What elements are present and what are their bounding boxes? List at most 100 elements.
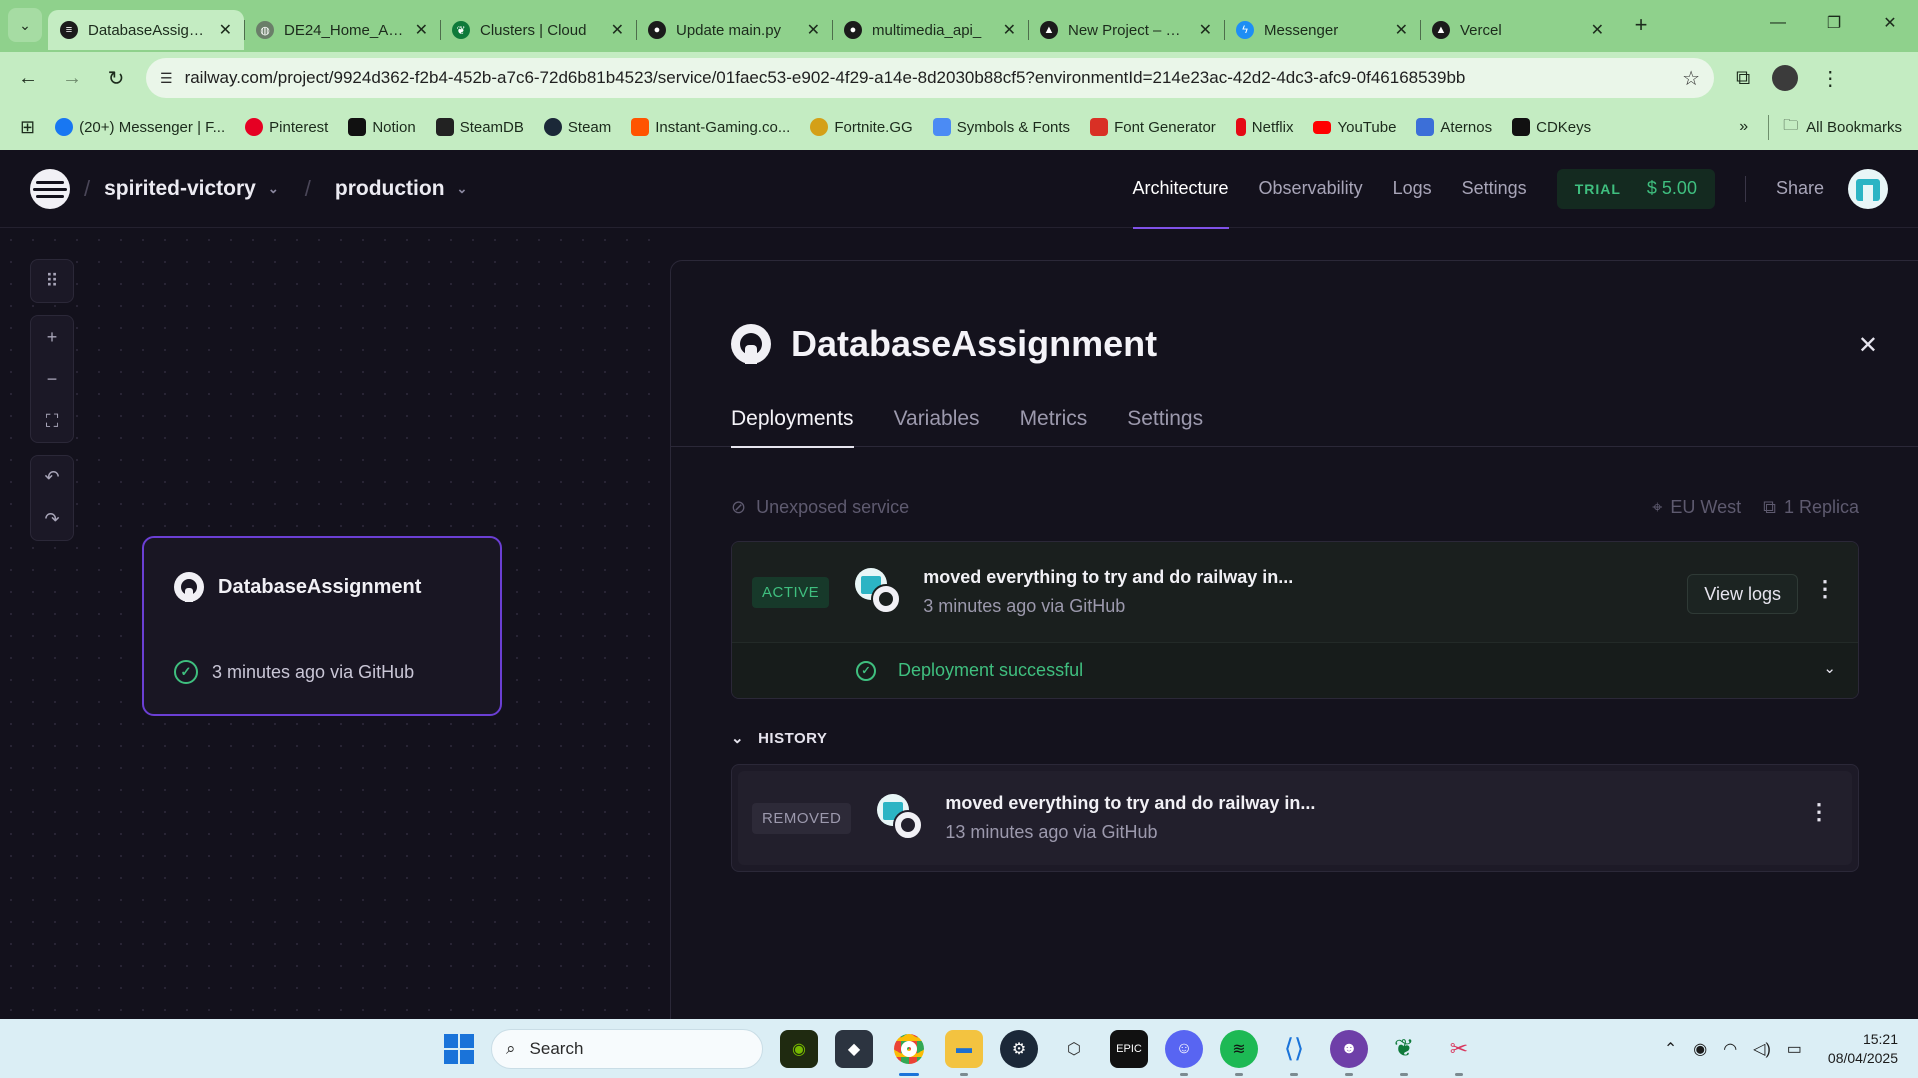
all-bookmarks-folder[interactable]: 🗀 All Bookmarks <box>1768 114 1902 140</box>
chrome-icon[interactable] <box>890 1030 928 1076</box>
bookmark-steamdb[interactable]: SteamDB <box>435 118 524 136</box>
bookmark-symbols-fonts[interactable]: Symbols & Fonts <box>932 118 1070 136</box>
bookmark-fortnite-gg[interactable]: Fortnite.GG <box>810 118 913 136</box>
fit-view-icon[interactable]: ⛶ <box>30 400 74 442</box>
environment-selector[interactable]: production ⌄ <box>335 177 468 201</box>
project-selector[interactable]: spirited-victory ⌄ <box>104 177 279 201</box>
tab-search-icon[interactable]: ⌄ <box>8 8 42 42</box>
back-icon[interactable]: ← <box>6 67 50 90</box>
close-icon[interactable]: ✕ <box>1858 331 1878 360</box>
url-text[interactable]: railway.com/project/9924d362-f2b4-452b-a… <box>185 68 1671 88</box>
close-tab-icon[interactable]: ✕ <box>1591 20 1604 40</box>
grid-icon[interactable]: ⠿ <box>30 260 74 302</box>
active-deployment-card[interactable]: ACTIVE moved everything to try and do ra… <box>731 541 1859 699</box>
share-button[interactable]: Share <box>1776 178 1824 199</box>
history-toggle[interactable]: ⌄ HISTORY <box>731 729 827 748</box>
replica-info[interactable]: ⧉ 1 Replica <box>1763 497 1859 518</box>
bookmark-font-generator[interactable]: Font Generator <box>1090 118 1216 136</box>
battery-icon[interactable]: ▭ <box>1787 1039 1802 1059</box>
bookmark-netflix[interactable]: Netflix <box>1235 118 1293 136</box>
windows-start-icon[interactable] <box>444 1033 474 1064</box>
tab-update-main[interactable]: ● Update main.py ✕ <box>636 10 832 50</box>
nvidia-icon[interactable]: ◉ <box>780 1029 818 1068</box>
bookmark-cdkeys[interactable]: CDKeys <box>1512 118 1591 136</box>
bookmark-aternos[interactable]: Aternos <box>1416 118 1492 136</box>
zoom-in-icon[interactable]: + <box>30 316 74 358</box>
undo-icon[interactable]: ↶ <box>30 456 74 498</box>
nav-settings[interactable]: Settings <box>1462 150 1527 228</box>
more-bookmarks-icon[interactable]: » <box>1739 118 1748 136</box>
railway-logo[interactable] <box>30 168 70 209</box>
reload-icon[interactable]: ↻ <box>94 66 138 91</box>
close-window-icon[interactable]: ✕ <box>1862 0 1918 46</box>
tab-variables[interactable]: Variables <box>894 391 980 447</box>
bookmark-notion[interactable]: Notion <box>348 118 416 136</box>
minimize-icon[interactable]: — <box>1750 0 1806 46</box>
view-logs-button[interactable]: View logs <box>1687 574 1798 614</box>
site-info-icon[interactable]: ☰ <box>160 70 173 87</box>
vscode-icon[interactable]: ⟨⟩ <box>1275 1030 1313 1076</box>
chevron-up-icon[interactable]: ⌃ <box>1664 1039 1677 1059</box>
tab-deployments[interactable]: Deployments <box>731 391 854 448</box>
snipping-tool-icon[interactable]: ✂ <box>1440 1030 1478 1076</box>
tab-settings[interactable]: Settings <box>1127 391 1203 447</box>
more-options-icon[interactable]: ⋮ <box>1814 576 1836 602</box>
trial-badge[interactable]: TRIAL $ 5.00 <box>1556 168 1715 209</box>
apps-grid-icon[interactable]: ⊞ <box>20 117 35 138</box>
steam-tray-icon[interactable]: ◉ <box>1693 1039 1707 1059</box>
redo-icon[interactable]: ↷ <box>30 498 74 540</box>
deployment-status-row[interactable]: ✓ Deployment successful ⌄ <box>732 642 1858 698</box>
tab-database-assignment[interactable]: ≡ DatabaseAssignment ✕ <box>48 10 244 50</box>
close-tab-icon[interactable]: ✕ <box>611 20 624 40</box>
close-tab-icon[interactable]: ✕ <box>219 20 232 40</box>
tab-multimedia-api[interactable]: ● multimedia_api_ ✕ <box>832 10 1028 50</box>
service-node[interactable]: DatabaseAssignment ✓ 3 minutes ago via G… <box>142 536 502 716</box>
bookmark-messenger[interactable]: (20+) Messenger | F... <box>55 118 225 136</box>
close-tab-icon[interactable]: ✕ <box>1199 20 1212 40</box>
address-bar[interactable]: ☰ railway.com/project/9924d362-f2b4-452b… <box>146 58 1714 98</box>
steam-icon[interactable]: ⚙ <box>1000 1029 1038 1068</box>
forward-icon[interactable]: → <box>50 67 94 90</box>
zoom-out-icon[interactable]: − <box>30 358 74 400</box>
bookmark-youtube[interactable]: YouTube <box>1313 119 1396 136</box>
history-deployment-card[interactable]: REMOVED moved everything to try and do r… <box>731 764 1859 872</box>
tab-clusters-cloud[interactable]: ❦ Clusters | Cloud ✕ <box>440 10 636 50</box>
new-tab-button[interactable]: + <box>1624 12 1658 38</box>
user-avatar[interactable] <box>1848 168 1888 209</box>
unity-icon[interactable]: ⬡ <box>1055 1030 1093 1068</box>
chevron-down-icon[interactable]: ⌄ <box>1823 659 1836 677</box>
close-tab-icon[interactable]: ✕ <box>1003 20 1016 40</box>
discord-icon[interactable]: ☺ <box>1165 1029 1203 1076</box>
nav-observability[interactable]: Observability <box>1259 150 1363 228</box>
mongodb-compass-icon[interactable]: ❦ <box>1385 1030 1423 1076</box>
nav-logs[interactable]: Logs <box>1393 150 1432 228</box>
unity-hub-icon[interactable]: ◆ <box>835 1029 873 1068</box>
region-info[interactable]: ⌖ EU West <box>1652 497 1741 518</box>
close-tab-icon[interactable]: ✕ <box>1395 20 1408 40</box>
tab-new-project-vercel[interactable]: ▲ New Project – Vercel ✕ <box>1028 10 1224 50</box>
bookmark-instant-gaming[interactable]: Instant-Gaming.co... <box>631 118 790 136</box>
more-options-icon[interactable]: ⋮ <box>1808 799 1830 825</box>
exposure-status[interactable]: ⊘ Unexposed service <box>731 497 909 518</box>
github-desktop-icon[interactable]: ☻ <box>1330 1029 1368 1076</box>
tab-vercel[interactable]: ▲ Vercel ✕ <box>1420 10 1616 50</box>
file-explorer-icon[interactable]: ▬ <box>945 1029 983 1076</box>
close-tab-icon[interactable]: ✕ <box>415 20 428 40</box>
profile-avatar[interactable] <box>1772 65 1799 91</box>
taskbar-search[interactable]: ⌕ Search <box>491 1028 763 1069</box>
bookmark-steam[interactable]: Steam <box>543 118 611 136</box>
wifi-icon[interactable]: ◠ <box>1723 1039 1737 1059</box>
browser-menu-icon[interactable]: ⋮ <box>1820 66 1840 91</box>
clock[interactable]: 15:21 08/04/2025 <box>1828 1030 1898 1068</box>
bookmark-pinterest[interactable]: Pinterest <box>245 118 328 136</box>
nav-architecture[interactable]: Architecture <box>1132 150 1229 229</box>
architecture-canvas[interactable]: ⠿ + − ⛶ ↶ ↷ DatabaseAssignment ✓ 3 minut… <box>0 229 670 1019</box>
epic-games-icon[interactable]: EPIC <box>1110 1029 1148 1068</box>
tab-messenger[interactable]: ϟ Messenger ✕ <box>1224 10 1420 50</box>
volume-icon[interactable]: ◁) <box>1753 1039 1771 1059</box>
spotify-icon[interactable]: ≋ <box>1220 1029 1258 1076</box>
bookmark-star-icon[interactable]: ☆ <box>1682 66 1700 91</box>
close-tab-icon[interactable]: ✕ <box>807 20 820 40</box>
tab-metrics[interactable]: Metrics <box>1020 391 1088 447</box>
tab-de24-home[interactable]: ◍ DE24_Home_Assignment ✕ <box>244 10 440 50</box>
